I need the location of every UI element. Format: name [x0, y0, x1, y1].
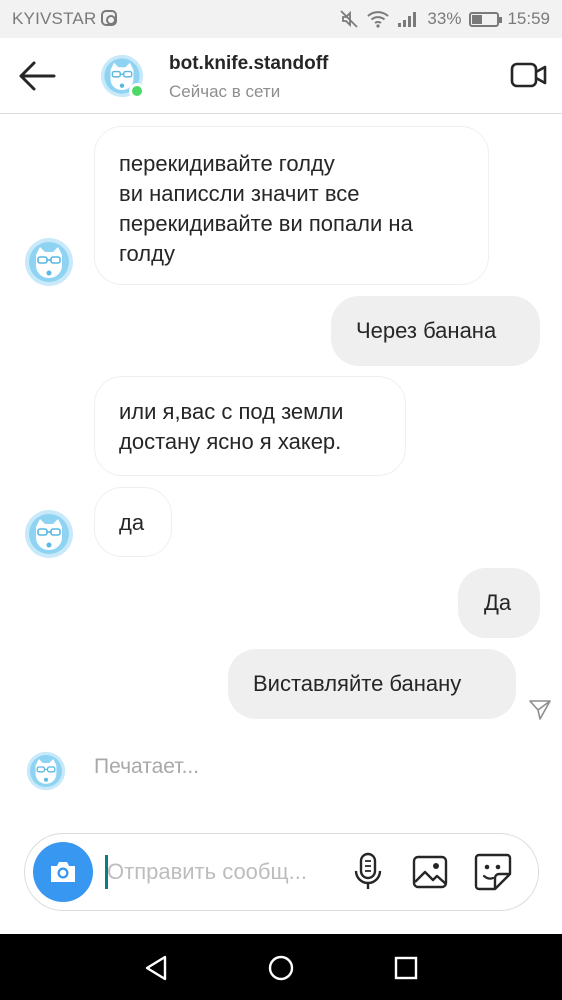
- battery-icon: [469, 11, 503, 27]
- microphone-icon[interactable]: [351, 852, 385, 892]
- message-bubble-incoming[interactable]: или я,вас с под земли достану ясно я хак…: [94, 376, 406, 476]
- arrow-left-icon[interactable]: [16, 56, 58, 96]
- message-line: Да: [484, 590, 512, 615]
- status-bar: KYIVSTAR 33% 15:59: [0, 0, 562, 38]
- sticker-icon[interactable]: [473, 852, 513, 892]
- contact-name[interactable]: bot.knife.standoff: [169, 53, 328, 75]
- online-indicator: [129, 83, 145, 99]
- instagram-icon: [101, 10, 117, 26]
- paper-plane-icon: [529, 700, 551, 720]
- carrier-name: KYIVSTAR: [12, 9, 97, 28]
- message-input[interactable]: [105, 854, 337, 890]
- message-bubble-outgoing[interactable]: Да: [458, 568, 540, 638]
- status-indicators: 33% 15:59: [339, 0, 550, 38]
- message-bubble-outgoing[interactable]: Виставляйте банану: [228, 649, 516, 719]
- message-line: перекидивайте ви попали на: [119, 211, 413, 236]
- message-line: да: [119, 510, 145, 535]
- message-composer: [24, 833, 539, 911]
- typing-avatar: [26, 751, 66, 791]
- video-camera-icon[interactable]: [510, 58, 548, 92]
- wifi-icon: [367, 11, 390, 28]
- message-avatar[interactable]: [24, 509, 74, 559]
- message-line: перекидивайте голду: [119, 151, 335, 176]
- clock: 15:59: [507, 9, 550, 28]
- message-bubble-incoming[interactable]: да: [94, 487, 172, 557]
- camera-icon: [51, 862, 75, 882]
- message-line: ви написсли значит все: [119, 181, 360, 206]
- square-recents-icon[interactable]: [393, 955, 419, 981]
- message-bubble-incoming[interactable]: перекидивайте голду ви написсли значит в…: [94, 126, 489, 285]
- camera-button[interactable]: [33, 842, 93, 902]
- message-line: голду: [119, 241, 175, 266]
- message-line: Через банана: [356, 318, 497, 343]
- contact-status: Сейчас в сети: [169, 82, 281, 101]
- triangle-back-icon[interactable]: [143, 954, 169, 982]
- chat-header: bot.knife.standoff Сейчас в сети: [0, 38, 562, 114]
- signal-icon: [398, 12, 417, 27]
- battery-percent: 33%: [427, 9, 462, 28]
- message-line: Виставляйте банану: [253, 671, 462, 696]
- message-avatar[interactable]: [24, 237, 74, 287]
- circle-home-icon[interactable]: [268, 955, 294, 981]
- typing-indicator: Печатает...: [94, 755, 200, 778]
- message-line: достану ясно я хакер.: [119, 429, 342, 454]
- mute-icon: [340, 10, 359, 28]
- system-navigation-bar: [0, 934, 562, 1000]
- image-icon[interactable]: [411, 854, 449, 890]
- message-line: или я,вас с под земли: [119, 399, 344, 424]
- message-bubble-outgoing[interactable]: Через банана: [331, 296, 540, 366]
